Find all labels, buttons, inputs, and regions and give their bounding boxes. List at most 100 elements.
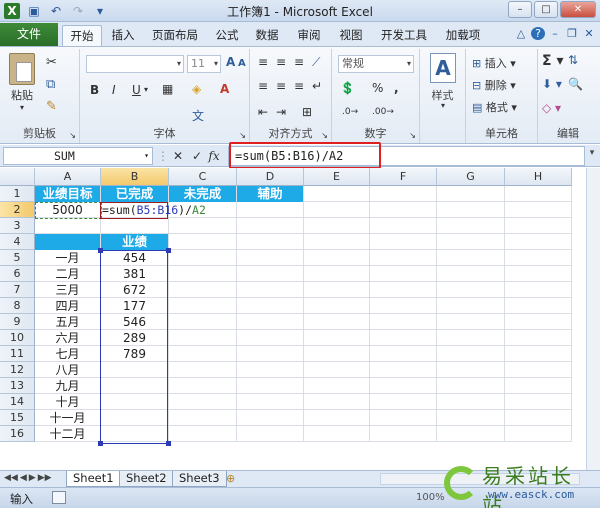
shrink-font-icon[interactable]: A <box>238 58 246 69</box>
borders-icon[interactable]: ▦ <box>162 82 173 96</box>
cell-a1[interactable]: 业绩目标 <box>35 186 100 202</box>
cell-d1[interactable]: 辅助 <box>237 186 303 202</box>
align-left-icon[interactable]: ≡ <box>258 79 268 93</box>
align-bottom-icon[interactable]: ≡ <box>294 55 304 69</box>
format-cells-button[interactable]: ▤ 格式 ▾ <box>472 99 517 115</box>
cell-a4[interactable] <box>35 234 100 250</box>
cell-c1[interactable]: 未完成 <box>169 186 236 202</box>
tab-page-layout[interactable]: 页面布局 <box>146 25 204 46</box>
alignment-launcher-icon[interactable]: ↘ <box>321 131 328 140</box>
tab-file[interactable]: 文件 <box>0 23 58 46</box>
increase-indent-icon[interactable]: ⇥ <box>276 105 286 119</box>
accounting-format-icon[interactable]: 💲 <box>340 81 355 95</box>
cell-month-8[interactable]: 八月 <box>35 362 100 378</box>
minimize-button[interactable]: – <box>508 1 532 18</box>
font-color-icon[interactable]: A <box>220 82 229 96</box>
number-format-box[interactable]: 常规 ▾ <box>338 55 414 73</box>
column-header-f[interactable]: F <box>370 168 437 186</box>
cut-icon[interactable]: ✂ <box>46 55 57 70</box>
italic-button[interactable]: I <box>112 83 116 97</box>
find-select-icon[interactable]: 🔍 <box>568 77 583 91</box>
expand-formula-bar-icon[interactable]: ▾ <box>586 148 598 164</box>
cell-month-2[interactable]: 二月 <box>35 266 100 282</box>
row-header-1[interactable]: 1 <box>0 186 35 202</box>
tab-developer[interactable]: 开发工具 <box>374 25 434 46</box>
cell-month-1[interactable]: 一月 <box>35 250 100 266</box>
help-icon[interactable]: ? <box>531 27 545 40</box>
cell-month-5[interactable]: 五月 <box>35 314 100 330</box>
column-header-a[interactable]: A <box>35 168 101 186</box>
last-sheet-icon[interactable]: ▶▶ <box>38 473 52 483</box>
paste-button[interactable]: 粘贴 ▾ <box>8 53 36 112</box>
worksheet-grid[interactable]: ABCDEFGH 1 2 3 4 5 6 7 8 9 10 11 12 13 14 15 16 业绩目标 已完成… <box>0 168 600 472</box>
sheet-tab-sheet2[interactable]: Sheet2 <box>119 471 174 487</box>
column-header-g[interactable]: G <box>437 168 505 186</box>
cell-b4[interactable]: 业绩 <box>101 234 168 250</box>
doc-minimize-button[interactable]: – <box>548 27 562 40</box>
range-resize-handle[interactable] <box>166 248 171 253</box>
cell-month-6[interactable]: 六月 <box>35 330 100 346</box>
column-header-h[interactable]: H <box>505 168 572 186</box>
row-header-14[interactable]: 14 <box>0 394 35 410</box>
cell-month-3[interactable]: 三月 <box>35 282 100 298</box>
row-header-13[interactable]: 13 <box>0 378 35 394</box>
cell-month-11[interactable]: 十一月 <box>35 410 100 426</box>
row-header-2[interactable]: 2 <box>0 202 35 218</box>
delete-cells-button[interactable]: ⊟ 删除 ▾ <box>472 77 516 93</box>
clipboard-launcher-icon[interactable]: ↘ <box>69 131 76 140</box>
align-middle-icon[interactable]: ≡ <box>276 55 286 69</box>
tab-data[interactable]: 数据 <box>250 25 284 46</box>
row-header-16[interactable]: 16 <box>0 426 35 442</box>
decrease-decimal-icon[interactable]: .00→ <box>372 107 394 117</box>
number-launcher-icon[interactable]: ↘ <box>409 131 416 140</box>
insert-cells-button[interactable]: ⊞ 插入 ▾ <box>472 55 516 71</box>
doc-close-button[interactable]: ✕ <box>582 27 596 40</box>
vertical-scrollbar[interactable] <box>586 168 600 472</box>
copy-icon[interactable]: ⧉ <box>46 77 55 92</box>
row-header-8[interactable]: 8 <box>0 298 35 314</box>
merge-center-icon[interactable]: ⊞ <box>302 105 312 119</box>
font-launcher-icon[interactable]: ↘ <box>239 131 246 140</box>
column-header-d[interactable]: D <box>237 168 304 186</box>
next-sheet-icon[interactable]: ▶ <box>29 473 36 483</box>
tab-review[interactable]: 审阅 <box>292 25 326 46</box>
doc-restore-button[interactable]: ❐ <box>565 27 579 40</box>
sheet-tab-sheet1[interactable]: Sheet1 <box>66 471 121 487</box>
macro-record-icon[interactable] <box>52 491 66 504</box>
first-sheet-icon[interactable]: ◀◀ <box>4 473 18 483</box>
range-resize-handle[interactable] <box>166 441 171 446</box>
row-header-9[interactable]: 9 <box>0 314 35 330</box>
autosum-icon[interactable]: Σ ▾ <box>542 53 563 69</box>
row-header-5[interactable]: 5 <box>0 250 35 266</box>
range-b5-b16-selection[interactable] <box>100 250 168 444</box>
row-header-3[interactable]: 3 <box>0 218 35 234</box>
cell-month-4[interactable]: 四月 <box>35 298 100 314</box>
comma-style-icon[interactable]: , <box>394 81 399 95</box>
align-right-icon[interactable]: ≡ <box>294 79 304 93</box>
font-size-box[interactable]: 11 ▾ <box>187 55 221 73</box>
tab-home[interactable]: 开始 <box>62 25 102 46</box>
row-header-10[interactable]: 10 <box>0 330 35 346</box>
new-sheet-icon[interactable]: ⊕ <box>226 472 235 485</box>
cancel-entry-icon[interactable]: ✕ <box>170 147 186 165</box>
percent-icon[interactable]: % <box>372 81 383 95</box>
row-header-11[interactable]: 11 <box>0 346 35 362</box>
close-button[interactable]: ✕ <box>560 1 596 18</box>
underline-dropdown-icon[interactable]: ▾ <box>144 85 148 94</box>
row-header-7[interactable]: 7 <box>0 282 35 298</box>
zoom-level[interactable]: 100% <box>416 492 445 503</box>
maximize-button[interactable]: □ <box>534 1 558 18</box>
cell-month-7[interactable]: 七月 <box>35 346 100 362</box>
column-header-e[interactable]: E <box>304 168 370 186</box>
tab-view[interactable]: 视图 <box>334 25 368 46</box>
increase-decimal-icon[interactable]: .0→ <box>342 107 358 117</box>
format-painter-icon[interactable]: ✎ <box>46 99 57 114</box>
row-header-4[interactable]: 4 <box>0 234 35 250</box>
sort-filter-icon[interactable]: ⇅ <box>568 53 578 67</box>
tab-insert[interactable]: 插入 <box>106 25 140 46</box>
font-name-box[interactable]: ▾ <box>86 55 184 73</box>
name-box[interactable]: SUM ▾ <box>3 147 153 165</box>
confirm-entry-icon[interactable]: ✓ <box>189 147 205 165</box>
bold-button[interactable]: B <box>90 83 99 97</box>
insert-function-icon[interactable]: fx <box>206 147 222 165</box>
